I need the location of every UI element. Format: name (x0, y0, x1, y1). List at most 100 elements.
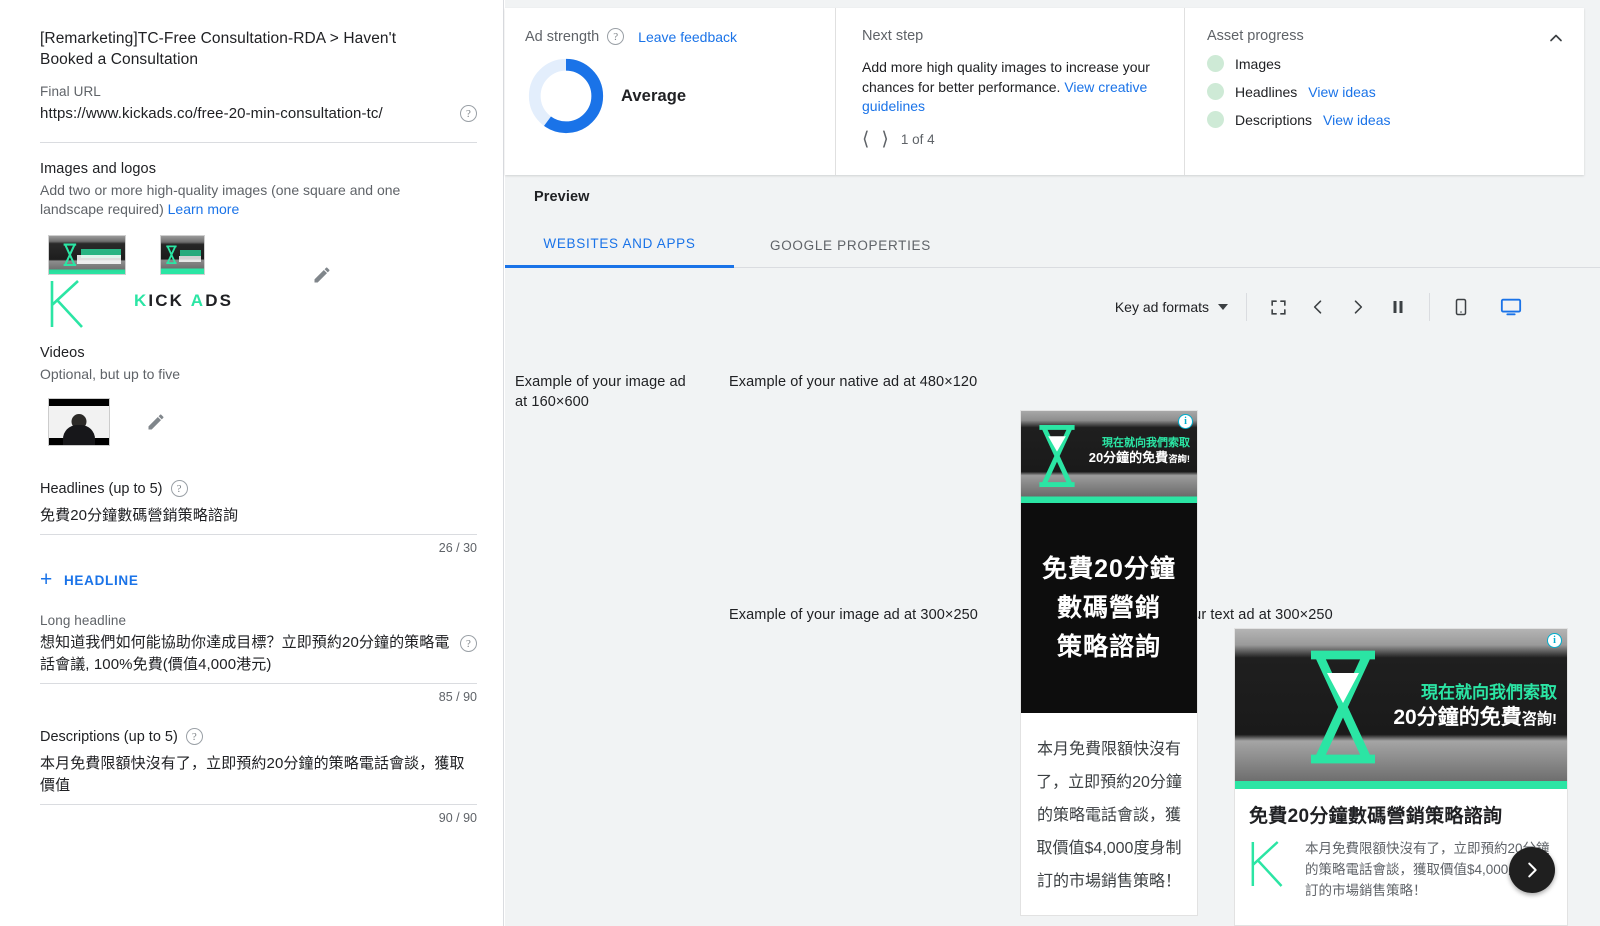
headlines-title-text: Headlines (up to 5) (40, 480, 163, 497)
asset-progress-item[interactable]: Images (1207, 55, 1562, 72)
descriptions-help-icon[interactable]: ? (185, 728, 203, 745)
creative-logo-and-description: 本月免費限額快沒有了，立即預約20分鐘的策略電話會談，獲取價值$4,000度身制… (1249, 838, 1553, 901)
ad-choices-icon[interactable]: i (1178, 414, 1193, 429)
chevron-down-icon (1218, 304, 1228, 310)
plus-icon: + (40, 568, 53, 591)
tab-websites-and-apps-label: WEBSITES AND APPS (543, 236, 696, 251)
videos-section-subtitle: Optional, but up to five (40, 366, 181, 382)
final-url-label: Final URL (40, 84, 101, 99)
ad-strength-card: Ad strength ? Leave feedback Average Nex… (505, 8, 1584, 175)
example-label-image-160x600: Example of your image ad at 160×600 (515, 374, 686, 410)
headlines-help-icon[interactable]: ? (170, 480, 188, 497)
ad-strength-donut-chart (528, 58, 604, 134)
next-step-pager: ⟨ ⟩ 1 of 4 (862, 129, 1160, 148)
asset-item-link[interactable]: View ideas (1308, 84, 1375, 100)
status-dot-icon (1207, 111, 1224, 128)
next-step-section: Next step Add more high quality images t… (835, 8, 1184, 175)
image-thumbnails: KICK ADS (40, 235, 477, 331)
description-counter: 90 / 90 (438, 811, 477, 825)
preview-tabs: WEBSITES AND APPS GOOGLE PROPERTIES (505, 222, 1600, 268)
asset-progress-section: Asset progress Images Headlines View ide… (1184, 8, 1584, 175)
images-section-subtitle: Add two or more high-quality images (one… (40, 181, 460, 219)
descriptions-section-title: Descriptions (up to 5) ? (40, 728, 477, 745)
long-headline-input[interactable]: 想知道我們如何能協助你達成目標？立即預約20分鐘的策略電話會議, 100%免費(… (40, 632, 477, 684)
preview-title: Preview (534, 189, 590, 205)
example-label-image-300x250: Example of your image ad at 300×250 (729, 607, 978, 623)
asset-item-link[interactable]: View ideas (1323, 112, 1390, 128)
fullscreen-icon[interactable] (1261, 290, 1295, 324)
ad-editor-page: [Remarketing]TC-Free Consultation-RDA > … (0, 0, 1600, 926)
video-thumbnail[interactable] (48, 398, 110, 446)
overlay-line-1: 現在就向我們索取 (1421, 683, 1557, 703)
previous-icon[interactable] (1301, 290, 1335, 324)
asset-progress-title: Asset progress (1207, 28, 1304, 44)
asset-item-label: Images (1235, 55, 1281, 72)
tab-websites-and-apps[interactable]: WEBSITES AND APPS (505, 222, 734, 268)
overlay-line-2-small: 咨詢! (1521, 710, 1557, 728)
long-headline-label: Long headline (40, 613, 127, 628)
square-image-thumbnail[interactable] (160, 235, 205, 275)
ad-strength-section: Ad strength ? Leave feedback Average (505, 8, 835, 175)
overlay-line-2-small: 咨詢! (1168, 454, 1190, 465)
leave-feedback-link[interactable]: Leave feedback (638, 29, 737, 45)
hourglass-icon (166, 245, 177, 264)
key-ad-formats-dropdown[interactable]: Key ad formats (1115, 299, 1246, 315)
video-frame (49, 406, 109, 445)
creative-headline-line-3: 策略諮詢 (1056, 633, 1161, 661)
help-icon[interactable]: ? (460, 105, 477, 122)
ad-strength-title: Ad strength (525, 28, 600, 45)
edit-video-pencil-icon[interactable] (146, 412, 166, 432)
landscape-image-thumbnail[interactable] (48, 235, 126, 275)
ad-editor-panel: [Remarketing]TC-Free Consultation-RDA > … (20, 0, 504, 926)
page-title: [Remarketing]TC-Free Consultation-RDA > … (40, 30, 397, 68)
images-section-title: Images and logos (40, 161, 157, 177)
chevron-up-icon[interactable] (1546, 28, 1566, 48)
overlay-line-1: 現在就向我們索取 (1102, 436, 1190, 449)
creative-text-block: 免費20分鐘數碼營銷策略諮詢 本月免費限額快沒有了，立即預約20分鐘的策略電話會… (1235, 789, 1567, 901)
divider (40, 142, 477, 143)
brand-logo-k-icon (50, 280, 83, 328)
ad-preview-300x250[interactable]: 現在就向我們索取 20分鐘的免費咨詢! i 免費20分鐘數碼營銷策略諮詢 本月免… (1234, 628, 1568, 926)
images-learn-more-link[interactable]: Learn more (168, 201, 240, 217)
headlines-section-title: Headlines (up to 5) ? (40, 480, 477, 497)
headline-input[interactable]: 免費20分鐘數碼營銷策略諮詢 (40, 505, 477, 535)
tab-google-properties[interactable]: GOOGLE PROPERTIES (734, 222, 967, 268)
asset-progress-item[interactable]: Descriptions View ideas (1207, 111, 1562, 128)
mobile-icon[interactable] (1444, 290, 1478, 324)
ad-strength-help-icon[interactable]: ? (607, 28, 625, 45)
asset-item-label: Headlines (1235, 83, 1298, 100)
videos-section-title: Videos (40, 345, 85, 361)
descriptions-title-text: Descriptions (up to 5) (40, 728, 178, 745)
add-headline-label: HEADLINE (63, 572, 139, 588)
creative-cta-button[interactable] (1509, 847, 1555, 893)
creative-description: 本月免費限額快沒有了，立即預約20分鐘的策略電話會談，獲取價值$4,000度身制… (1036, 741, 1182, 890)
chevron-right-icon (1528, 862, 1537, 878)
long-headline-help-icon[interactable]: ? (460, 635, 477, 652)
creative-headline: 免費20分鐘數碼營銷策略諮詢 (1249, 806, 1503, 827)
ad-strength-header: Ad strength ? Leave feedback (525, 28, 835, 45)
pager-previous-icon[interactable]: ⟨ (862, 129, 869, 148)
final-url-row: https://www.kickads.co/free-20-min-consu… (40, 105, 477, 122)
status-dot-icon (1207, 55, 1224, 72)
final-url-value[interactable]: https://www.kickads.co/free-20-min-consu… (40, 105, 383, 122)
add-headline-button[interactable]: + HEADLINE (40, 568, 477, 591)
ad-choices-icon[interactable]: i (1547, 633, 1562, 648)
next-step-text: Add more high quality images to increase… (862, 58, 1160, 117)
edit-images-pencil-icon[interactable] (312, 265, 332, 285)
description-input[interactable]: 本月免費限額快沒有了，立即預約20分鐘的策略電話會談，獲取價值 (40, 753, 477, 805)
wordmark-a: A (190, 291, 206, 310)
description-value: 本月免費限額快沒有了，立即預約20分鐘的策略電話會談，獲取價值 (40, 755, 465, 794)
wordmark-ick: ICK (148, 291, 184, 310)
pager-next-icon[interactable]: ⟩ (881, 129, 888, 148)
pause-icon[interactable] (1381, 290, 1415, 324)
ad-preview-160x600[interactable]: 現在就向我們索取 20分鐘的免費咨詢! i 免費20分鐘 數碼營銷 策略諮詢 本… (1020, 410, 1198, 916)
tab-google-properties-label: GOOGLE PROPERTIES (770, 237, 931, 253)
brand-wordmark: KICK ADS (134, 291, 233, 311)
video-person-body (63, 424, 95, 445)
ad-strength-gauge-row: Average (525, 55, 835, 137)
wordmark-k: K (134, 291, 149, 310)
next-icon[interactable] (1341, 290, 1375, 324)
desktop-icon[interactable] (1494, 290, 1528, 324)
asset-progress-item[interactable]: Headlines View ideas (1207, 83, 1562, 100)
overlay-line-2: 20分鐘的免費咨詢! (1393, 706, 1557, 730)
